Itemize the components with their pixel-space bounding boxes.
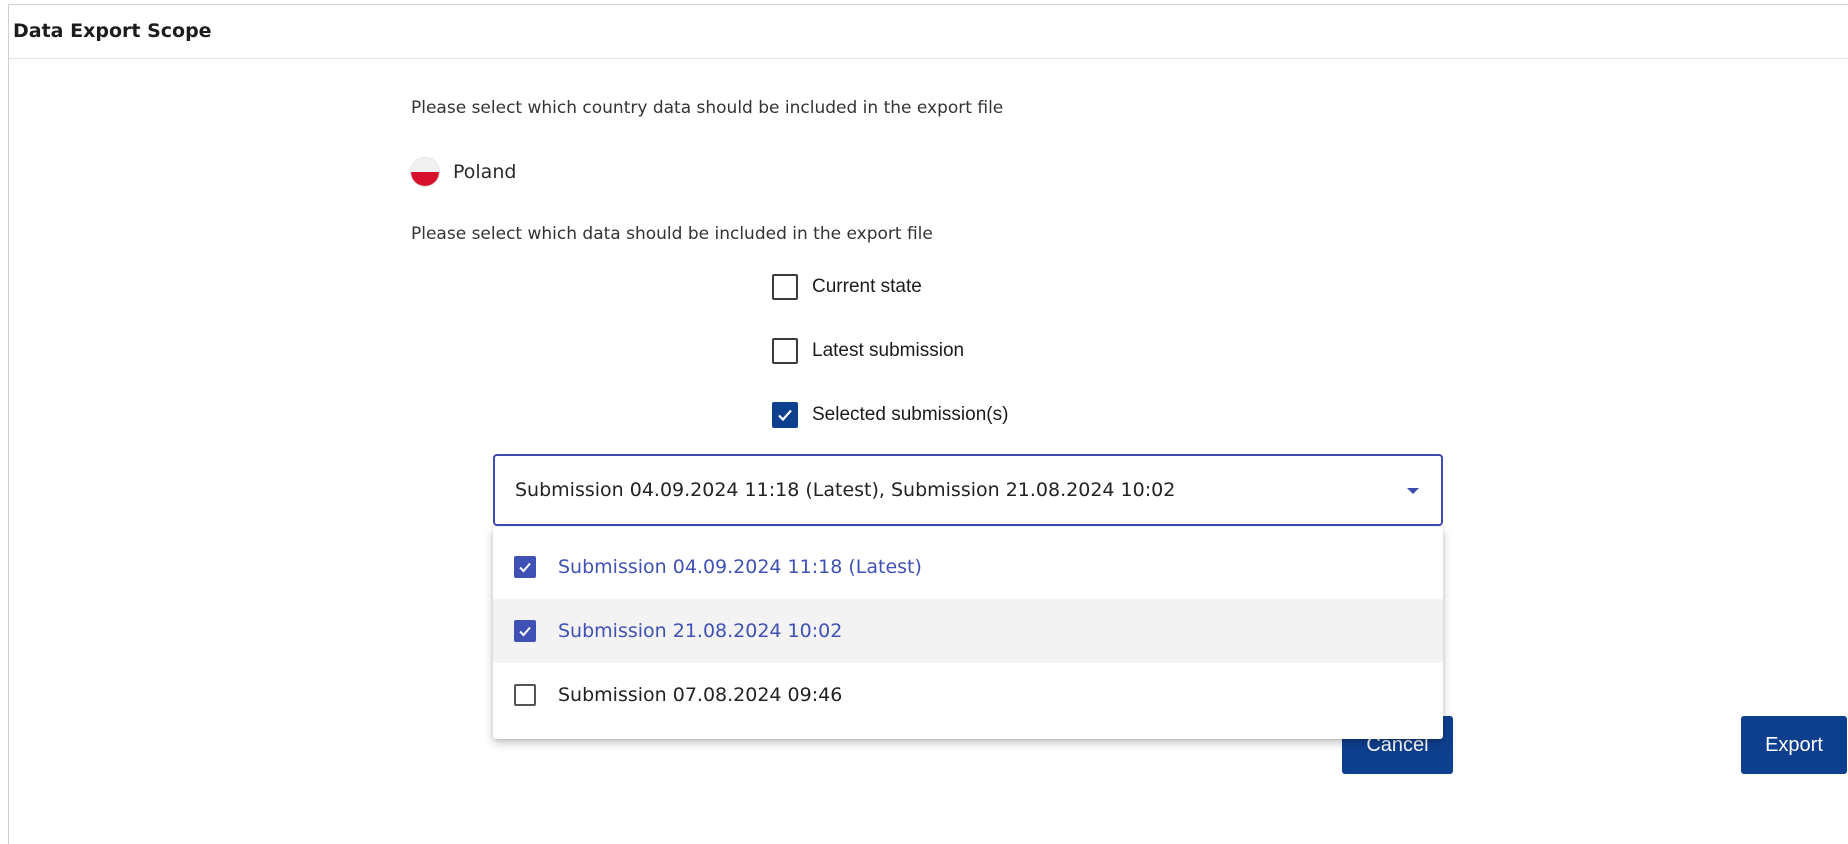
submission-select[interactable]: Submission 04.09.2024 11:18 (Latest), Su… [493, 454, 1443, 526]
dropdown-checkbox[interactable] [514, 620, 536, 642]
country-prompt: Please select which country data should … [411, 98, 1004, 118]
option-label: Selected submission(s) [812, 404, 1009, 425]
dropdown-option-label: Submission 07.08.2024 09:46 [558, 684, 843, 706]
submission-dropdown: Submission 04.09.2024 11:18 (Latest) Sub… [493, 527, 1443, 739]
submission-select-value: Submission 04.09.2024 11:18 (Latest), Su… [515, 479, 1176, 501]
dropdown-checkbox[interactable] [514, 556, 536, 578]
checkbox-selected-submissions[interactable] [772, 402, 798, 428]
dropdown-option-label: Submission 21.08.2024 10:02 [558, 620, 843, 642]
dropdown-option[interactable]: Submission 21.08.2024 10:02 [493, 599, 1443, 663]
country-label: Poland [453, 161, 517, 183]
option-label: Latest submission [812, 340, 965, 361]
poland-flag-icon [411, 158, 439, 186]
option-selected-submissions[interactable]: Selected submission(s) [772, 402, 1008, 428]
checkmark-icon [519, 626, 531, 637]
caret-down-icon[interactable] [1407, 488, 1419, 494]
checkbox-latest-submission[interactable] [772, 338, 798, 364]
dropdown-checkbox[interactable] [514, 684, 536, 706]
checkmark-icon [519, 562, 531, 573]
checkbox-current-state[interactable] [772, 274, 798, 300]
dropdown-option-label: Submission 04.09.2024 11:18 (Latest) [558, 556, 922, 578]
dropdown-option[interactable]: Submission 07.08.2024 09:46 [493, 663, 1443, 727]
country-option-poland[interactable]: Poland [411, 158, 516, 186]
export-button[interactable]: Export [1741, 716, 1847, 774]
data-prompt: Please select which data should be inclu… [411, 224, 933, 244]
option-current-state[interactable]: Current state [772, 274, 922, 300]
dropdown-option[interactable]: Submission 04.09.2024 11:18 (Latest) [493, 535, 1443, 599]
checkmark-icon [778, 409, 792, 422]
option-latest-submission[interactable]: Latest submission [772, 338, 964, 364]
panel-header: Data Export Scope [9, 5, 1848, 59]
option-label: Current state [812, 276, 922, 297]
panel-title: Data Export Scope [13, 20, 212, 42]
